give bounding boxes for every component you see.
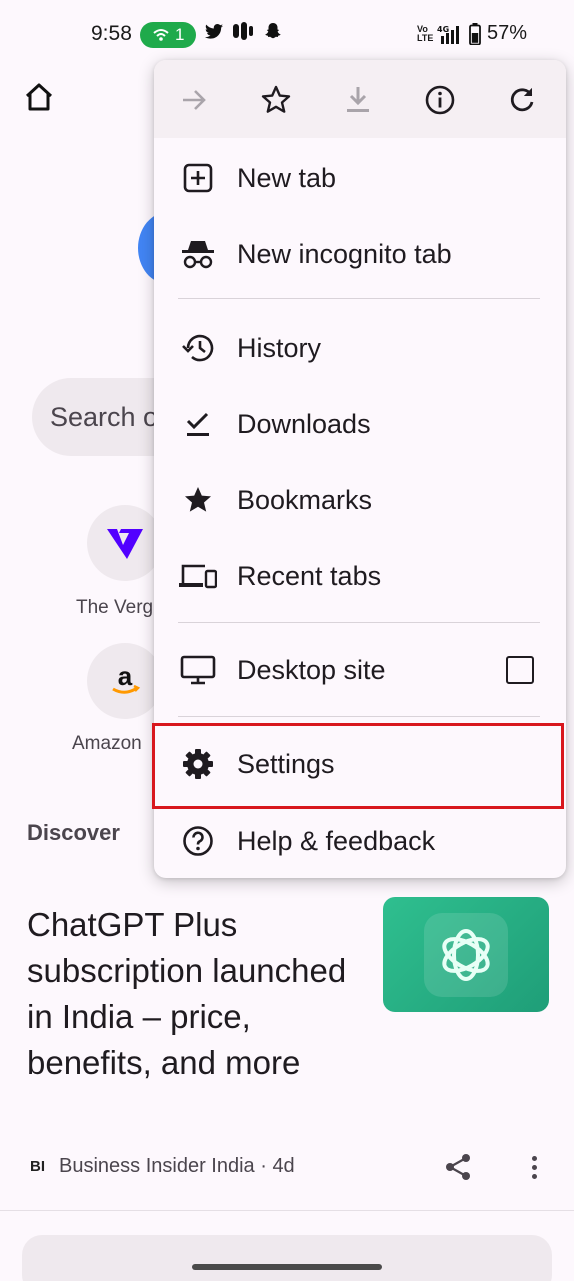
menu-divider [178,716,540,717]
home-button[interactable] [22,80,56,114]
menu-divider [178,298,540,299]
page-info-button[interactable] [420,80,460,120]
menu-label-new-incognito-tab: New incognito tab [237,238,452,269]
menu-label-bookmarks: Bookmarks [237,484,373,515]
article-thumbnail[interactable] [383,897,549,1012]
download-icon [347,87,369,112]
svg-text:4G: 4G [437,25,449,34]
notification-icons [205,22,281,40]
download-page-button[interactable] [338,80,378,120]
share-button[interactable] [443,1152,473,1182]
more-dot [531,1173,537,1179]
desktop-icon [178,650,218,690]
menu-item-new-incognito-tab[interactable]: New incognito tab [154,216,566,292]
shortcut-label-amazon: Amazon [72,733,142,754]
menu-item-settings[interactable]: Settings [154,726,566,802]
more-options-button[interactable] [524,1152,544,1182]
status-time: 9:58 [91,22,132,45]
refresh-icon [510,88,534,112]
feed-divider [0,1210,574,1211]
menu-label-recent-tabs: Recent tabs [237,560,382,591]
menu-item-bookmarks[interactable]: Bookmarks [154,462,566,538]
home-icon [25,83,53,111]
hotspot-icon [152,29,169,41]
search-placeholder: Search o [50,402,159,432]
signal-icon: 4G [437,25,459,44]
more-dot [531,1164,537,1170]
chatgpt-logo-tile [424,912,508,997]
menu-toolbar [154,60,566,138]
battery-percent: 57% [487,22,528,44]
menu-item-history[interactable]: History [154,310,566,386]
hotspot-indicator: 1 [140,22,196,48]
overflow-menu: New tab New incognito tab History Downlo… [154,60,566,878]
downloads-check-icon [178,404,218,444]
menu-item-desktop-site[interactable]: Desktop site [154,632,566,708]
amazon-logo-icon: a [112,663,141,694]
devices-icon [178,556,218,596]
reload-button[interactable] [502,80,542,120]
gear-icon [178,744,218,784]
article-title[interactable]: ChatGPT Plus subscription launched in In… [27,902,367,1086]
menu-label-downloads: Downloads [237,408,371,439]
star-outline-icon [261,85,291,113]
article-source: BI Business Insider India · 4d [30,1155,295,1178]
svg-text:a: a [118,663,133,691]
volte-icon: Vo LTE [417,23,434,43]
next-article-card[interactable] [22,1235,552,1281]
source-logo: BI [30,1158,45,1175]
menu-divider [178,622,540,623]
battery-icon [469,22,481,45]
share-icon [446,1154,470,1180]
media-icon [233,22,253,40]
desktop-site-checkbox[interactable] [506,656,534,684]
menu-item-recent-tabs[interactable]: Recent tabs [154,538,566,614]
gesture-nav-handle[interactable] [192,1264,382,1270]
system-icons: Vo LTE 4G 57% [417,22,527,45]
snapchat-icon [265,23,281,39]
incognito-icon [178,234,218,274]
hotspot-count: 1 [175,25,185,44]
screen: 9:58 1 Vo LTE 4G 57% Search o The Verg a… [0,0,574,1281]
forward-arrow-icon [183,90,206,110]
menu-label-desktop-site: Desktop site [237,654,386,685]
forward-button[interactable] [174,80,214,120]
menu-item-downloads[interactable]: Downloads [154,386,566,462]
more-dot [531,1155,537,1161]
info-icon [425,85,455,115]
menu-label-help-feedback: Help & feedback [237,825,436,856]
source-text: Business Insider India · 4d [59,1155,295,1177]
bookmarks-star-icon [178,480,218,520]
menu-item-help-feedback[interactable]: Help & feedback [154,803,566,878]
twitter-icon [205,23,223,39]
shortcut-amazon[interactable]: a [87,643,163,719]
help-icon [178,821,218,861]
shortcut-label-the-verge: The Verg [76,597,154,618]
menu-label-settings: Settings [237,748,335,779]
verge-logo-icon [107,529,143,559]
chatgpt-logo-icon [442,928,490,981]
shortcut-the-verge[interactable] [87,505,163,581]
menu-label-history: History [237,332,322,363]
menu-item-new-tab[interactable]: New tab [154,140,566,216]
menu-label-new-tab: New tab [237,162,337,193]
bookmark-star-button[interactable] [256,80,296,120]
discover-heading: Discover [27,820,120,845]
new-tab-icon [178,158,218,198]
history-icon [178,328,218,368]
